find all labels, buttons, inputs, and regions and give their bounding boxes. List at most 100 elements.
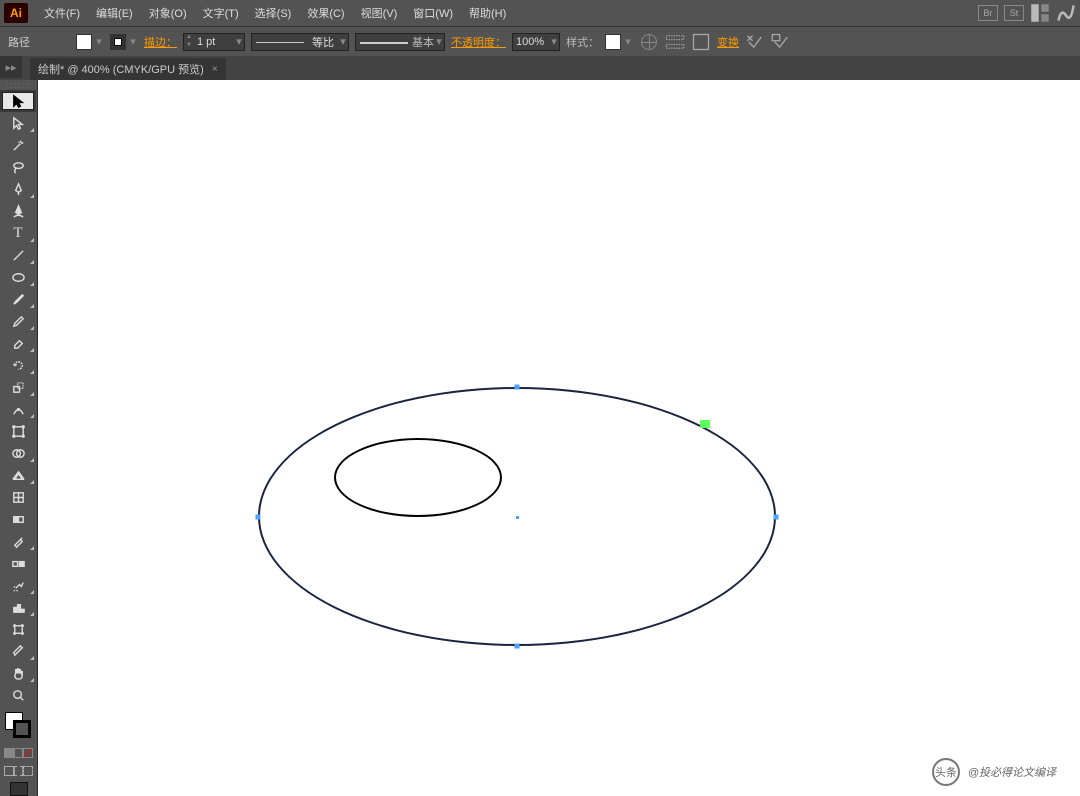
menu-effect[interactable]: 效果(C) (299, 5, 352, 21)
brush-definition-select[interactable]: 基本 ▾ (355, 33, 445, 51)
hand-tool[interactable] (0, 662, 36, 684)
document-tab-title: 绘制* @ 400% (CMYK/GPU 预览) (38, 61, 204, 77)
fill-stroke-indicator[interactable] (0, 710, 37, 742)
width-tool[interactable] (0, 398, 36, 420)
menu-file[interactable]: 文件(F) (36, 5, 88, 21)
color-mode-icon[interactable] (4, 748, 14, 758)
smart-guide-indicator (700, 420, 710, 428)
mesh-tool[interactable] (0, 486, 36, 508)
draw-behind-icon[interactable] (14, 766, 24, 776)
profile-label: 等比 (308, 34, 338, 50)
gradient-tool[interactable] (0, 508, 36, 530)
rotate-tool[interactable] (0, 354, 36, 376)
selection-type-label: 路径 (8, 34, 34, 50)
stroke-weight-value[interactable]: 1 pt (194, 35, 234, 49)
watermark-text: @投必得论文编译 (968, 764, 1056, 780)
pencil-tool[interactable] (0, 310, 36, 332)
chevron-down-icon[interactable]: ▾ (234, 34, 244, 50)
graphic-style-select[interactable]: ▾ (605, 34, 633, 50)
pen-tool[interactable] (0, 178, 36, 200)
brush-label: 基本 (412, 34, 434, 50)
align-icon[interactable] (665, 33, 685, 51)
draw-normal-icon[interactable] (4, 766, 14, 776)
fill-swatch[interactable] (76, 34, 92, 50)
screen-mode-button[interactable] (0, 782, 37, 796)
opacity-value[interactable]: 100% (513, 35, 549, 49)
none-mode-icon[interactable] (23, 748, 33, 758)
stroke-weight-input[interactable]: ▲▼ 1 pt ▾ (183, 33, 245, 51)
shape-builder-tool[interactable] (0, 442, 36, 464)
variable-width-profile-select[interactable]: 等比 ▾ (251, 33, 349, 51)
fill-swatch-group[interactable]: ▾ (76, 34, 104, 50)
ellipse-tool[interactable] (0, 266, 36, 288)
draw-inside-icon[interactable] (23, 766, 33, 776)
menu-object[interactable]: 对象(O) (141, 5, 195, 21)
zoom-tool[interactable] (0, 684, 36, 706)
anchor-point-right[interactable] (774, 515, 779, 520)
gpu-icon[interactable] (1056, 5, 1076, 21)
free-transform-tool[interactable] (0, 420, 36, 442)
lasso-tool[interactable] (0, 156, 36, 178)
line-segment-tool[interactable] (0, 244, 36, 266)
artboard-tool[interactable] (0, 618, 36, 640)
symbol-sprayer-tool[interactable] (0, 574, 36, 596)
selection-tool[interactable] (0, 90, 36, 112)
stroke-swatch[interactable] (110, 34, 126, 50)
curvature-tool[interactable] (0, 200, 36, 222)
eraser-tool[interactable] (0, 332, 36, 354)
spin-down-icon[interactable]: ▼ (184, 42, 194, 50)
transform-label[interactable]: 变换 (717, 34, 739, 50)
eyedropper-tool[interactable] (0, 530, 36, 552)
column-graph-tool[interactable] (0, 596, 36, 618)
menu-view[interactable]: 视图(V) (353, 5, 406, 21)
opacity-input[interactable]: 100% ▾ (512, 33, 560, 51)
menu-type[interactable]: 文字(T) (195, 5, 247, 21)
center-point[interactable] (516, 516, 519, 519)
gradient-mode-icon[interactable] (14, 748, 24, 758)
direct-selection-tool[interactable] (0, 112, 36, 134)
isolate-icon[interactable] (745, 33, 765, 51)
canvas-area[interactable] (38, 80, 1080, 796)
scale-tool[interactable] (0, 376, 36, 398)
slice-tool[interactable] (0, 640, 36, 662)
magic-wand-tool[interactable] (0, 134, 36, 156)
anchor-point-top[interactable] (515, 385, 520, 390)
anchor-point-left[interactable] (256, 515, 261, 520)
chevron-down-icon[interactable]: ▾ (549, 34, 559, 50)
stock-icon[interactable]: St (1004, 5, 1024, 21)
small-ellipse-shape[interactable] (334, 438, 502, 517)
type-tool[interactable]: T (0, 222, 36, 244)
spin-up-icon[interactable]: ▲ (184, 34, 194, 42)
artboard[interactable] (38, 80, 1080, 796)
chevron-down-icon[interactable]: ▾ (623, 34, 633, 50)
chevron-down-icon[interactable]: ▾ (94, 34, 104, 50)
menu-window[interactable]: 窗口(W) (405, 5, 461, 21)
perspective-grid-tool[interactable] (0, 464, 36, 486)
menu-bar: Ai 文件(F) 编辑(E) 对象(O) 文字(T) 选择(S) 效果(C) 视… (0, 0, 1080, 26)
chevron-down-icon[interactable]: ▾ (128, 34, 138, 50)
clip-icon[interactable] (771, 33, 791, 51)
panel-expand-tab[interactable]: ▸▸ (0, 56, 22, 78)
opacity-label[interactable]: 不透明度： (451, 34, 506, 50)
brush-preview (360, 36, 408, 48)
arrange-documents-icon[interactable] (1030, 5, 1050, 21)
chevron-down-icon[interactable]: ▾ (338, 34, 348, 50)
document-tab[interactable]: 绘制* @ 400% (CMYK/GPU 预览) × (30, 58, 226, 80)
menu-select[interactable]: 选择(S) (247, 5, 300, 21)
stroke-indicator[interactable] (13, 720, 31, 738)
paintbrush-tool[interactable] (0, 288, 36, 310)
chevron-down-icon[interactable]: ▾ (434, 34, 444, 50)
style-swatch[interactable] (605, 34, 621, 50)
panel-grip-icon[interactable]: :::::: (0, 80, 37, 90)
bridge-icon[interactable]: Br (978, 5, 998, 21)
shape-icon[interactable] (691, 33, 711, 51)
blend-tool[interactable] (0, 552, 36, 574)
close-icon[interactable]: × (212, 64, 218, 75)
recolor-artwork-icon[interactable] (639, 33, 659, 51)
menu-edit[interactable]: 编辑(E) (88, 5, 141, 21)
anchor-point-bottom[interactable] (515, 644, 520, 649)
menu-help[interactable]: 帮助(H) (461, 5, 514, 21)
stroke-label[interactable]: 描边： (144, 34, 177, 50)
stroke-swatch-group[interactable]: ▾ (110, 34, 138, 50)
style-label: 样式： (566, 34, 599, 50)
